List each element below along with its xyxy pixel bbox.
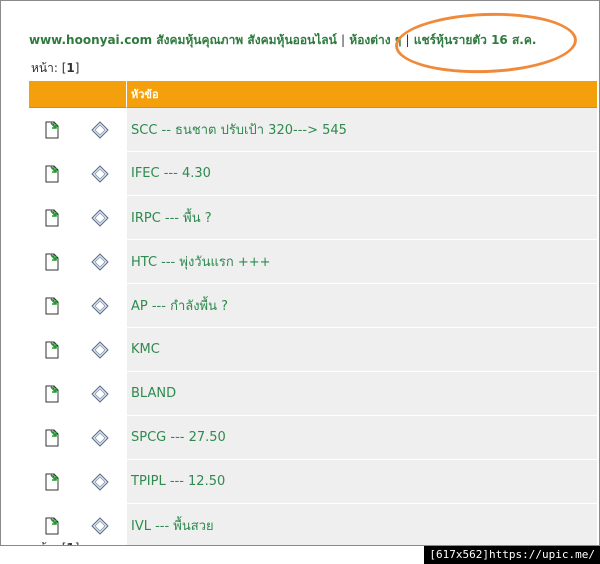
topic-status-cell	[29, 284, 74, 328]
topic-row: AP --- กำลังพื้น ?	[29, 284, 597, 328]
pagination-label: หน้า:	[31, 541, 58, 545]
upload-watermark: [617x562]https://upic.me/	[424, 546, 600, 564]
topic-title-link[interactable]: AP --- กำลังพื้น ?	[131, 299, 228, 314]
topic-row: IFEC --- 4.30	[29, 152, 597, 196]
new-post-document-icon	[45, 517, 58, 535]
topic-title-cell: IVL --- พื้นสวย	[126, 504, 597, 545]
topic-title-link[interactable]: IFEC --- 4.30	[131, 166, 211, 181]
topic-title-link[interactable]: HTC --- พุ่งวันแรก +++	[131, 255, 271, 270]
topic-table-header: หัวข้อ	[29, 81, 597, 108]
new-post-document-icon	[45, 429, 58, 447]
topic-type-cell	[74, 416, 126, 460]
topic-type-cell	[74, 284, 126, 328]
topic-title-link[interactable]: BLAND	[131, 386, 176, 401]
topic-title-link[interactable]: SCC -- ธนชาต ปรับเป้า 320---> 545	[131, 123, 347, 138]
topic-diamond-icon	[91, 121, 109, 139]
topic-title-cell: HTC --- พุ่งวันแรก +++	[126, 240, 597, 284]
topic-type-cell	[74, 108, 126, 152]
topic-diamond-icon	[91, 297, 109, 315]
topic-title-link[interactable]: IRPC --- พื้น ?	[131, 211, 212, 226]
topic-diamond-icon	[91, 165, 109, 183]
topic-diamond-icon	[91, 429, 109, 447]
topic-title-link[interactable]: TPIPL --- 12.50	[131, 474, 225, 489]
topic-diamond-icon	[91, 473, 109, 491]
breadcrumb-link-rooms[interactable]: ห้องต่าง ๆ	[349, 33, 401, 47]
topic-title-link[interactable]: IVL --- พื้นสวย	[131, 519, 214, 534]
topic-status-cell	[29, 240, 74, 284]
topic-title-link[interactable]: SPCG --- 27.50	[131, 430, 226, 445]
topic-row: HTC --- พุ่งวันแรก +++	[29, 240, 597, 284]
topic-diamond-icon	[91, 209, 109, 227]
breadcrumb-link-quality[interactable]: สังคมหุ้นคุณภาพ	[156, 33, 243, 47]
topic-row: BLAND	[29, 372, 597, 416]
topic-title-cell: IFEC --- 4.30	[126, 152, 597, 196]
header-topic-label: หัวข้อ	[126, 81, 597, 108]
new-post-document-icon	[45, 253, 58, 271]
topic-row: IVL --- พื้นสวย	[29, 504, 597, 545]
topic-status-cell	[29, 328, 74, 372]
topic-diamond-icon	[91, 341, 109, 359]
topic-status-cell	[29, 372, 74, 416]
topic-status-cell	[29, 460, 74, 504]
topic-diamond-icon	[91, 253, 109, 271]
topic-title-cell: TPIPL --- 12.50	[126, 460, 597, 504]
new-post-document-icon	[45, 209, 58, 227]
new-post-document-icon	[45, 473, 58, 491]
topic-title-cell: AP --- กำลังพื้น ?	[126, 284, 597, 328]
topic-type-cell	[74, 152, 126, 196]
topic-type-cell	[74, 372, 126, 416]
pagination-current-page[interactable]: 1	[66, 541, 74, 545]
header-blank-cell	[74, 81, 126, 108]
topic-table: หัวข้อ SCC -- ธนชาต ปรับเป้า 320---> 545	[29, 81, 597, 545]
pagination-label: หน้า:	[31, 61, 58, 75]
topic-status-cell	[29, 416, 74, 460]
topic-title-link[interactable]: KMC	[131, 342, 160, 357]
topic-status-cell	[29, 108, 74, 152]
topic-title-cell: SPCG --- 27.50	[126, 416, 597, 460]
pagination-bottom: หน้า: [1]	[31, 539, 79, 545]
topic-type-cell	[74, 504, 126, 545]
topic-type-cell	[74, 460, 126, 504]
topic-status-cell	[29, 196, 74, 240]
topic-row: IRPC --- พื้น ?	[29, 196, 597, 240]
forum-page: www.hoonyai.com สังคมหุ้นคุณภาพ สังคมหุ้…	[0, 0, 600, 546]
highlight-annotation-oval	[394, 9, 578, 77]
topic-status-cell	[29, 152, 74, 196]
topic-row: SPCG --- 27.50	[29, 416, 597, 460]
breadcrumb-site-link[interactable]: www.hoonyai.com	[29, 33, 152, 47]
topic-type-cell	[74, 196, 126, 240]
topic-row: SCC -- ธนชาต ปรับเป้า 320---> 545	[29, 108, 597, 152]
new-post-document-icon	[45, 385, 58, 403]
topic-title-cell: KMC	[126, 328, 597, 372]
new-post-document-icon	[45, 121, 58, 139]
topic-row: TPIPL --- 12.50	[29, 460, 597, 504]
topic-diamond-icon	[91, 517, 109, 535]
topic-row: KMC	[29, 328, 597, 372]
topic-title-cell: BLAND	[126, 372, 597, 416]
pagination-top: หน้า: [1]	[31, 61, 80, 75]
topic-type-cell	[74, 240, 126, 284]
topic-title-cell: IRPC --- พื้น ?	[126, 196, 597, 240]
header-blank-cell	[29, 81, 74, 108]
new-post-document-icon	[45, 341, 58, 359]
topic-diamond-icon	[91, 385, 109, 403]
new-post-document-icon	[45, 297, 58, 315]
breadcrumb-separator: |	[341, 33, 346, 47]
topic-title-cell: SCC -- ธนชาต ปรับเป้า 320---> 545	[126, 108, 597, 152]
topic-type-cell	[74, 328, 126, 372]
pagination-current-page[interactable]: 1	[66, 61, 74, 75]
new-post-document-icon	[45, 165, 58, 183]
breadcrumb-link-online[interactable]: สังคมหุ้นออนไลน์	[247, 33, 336, 47]
